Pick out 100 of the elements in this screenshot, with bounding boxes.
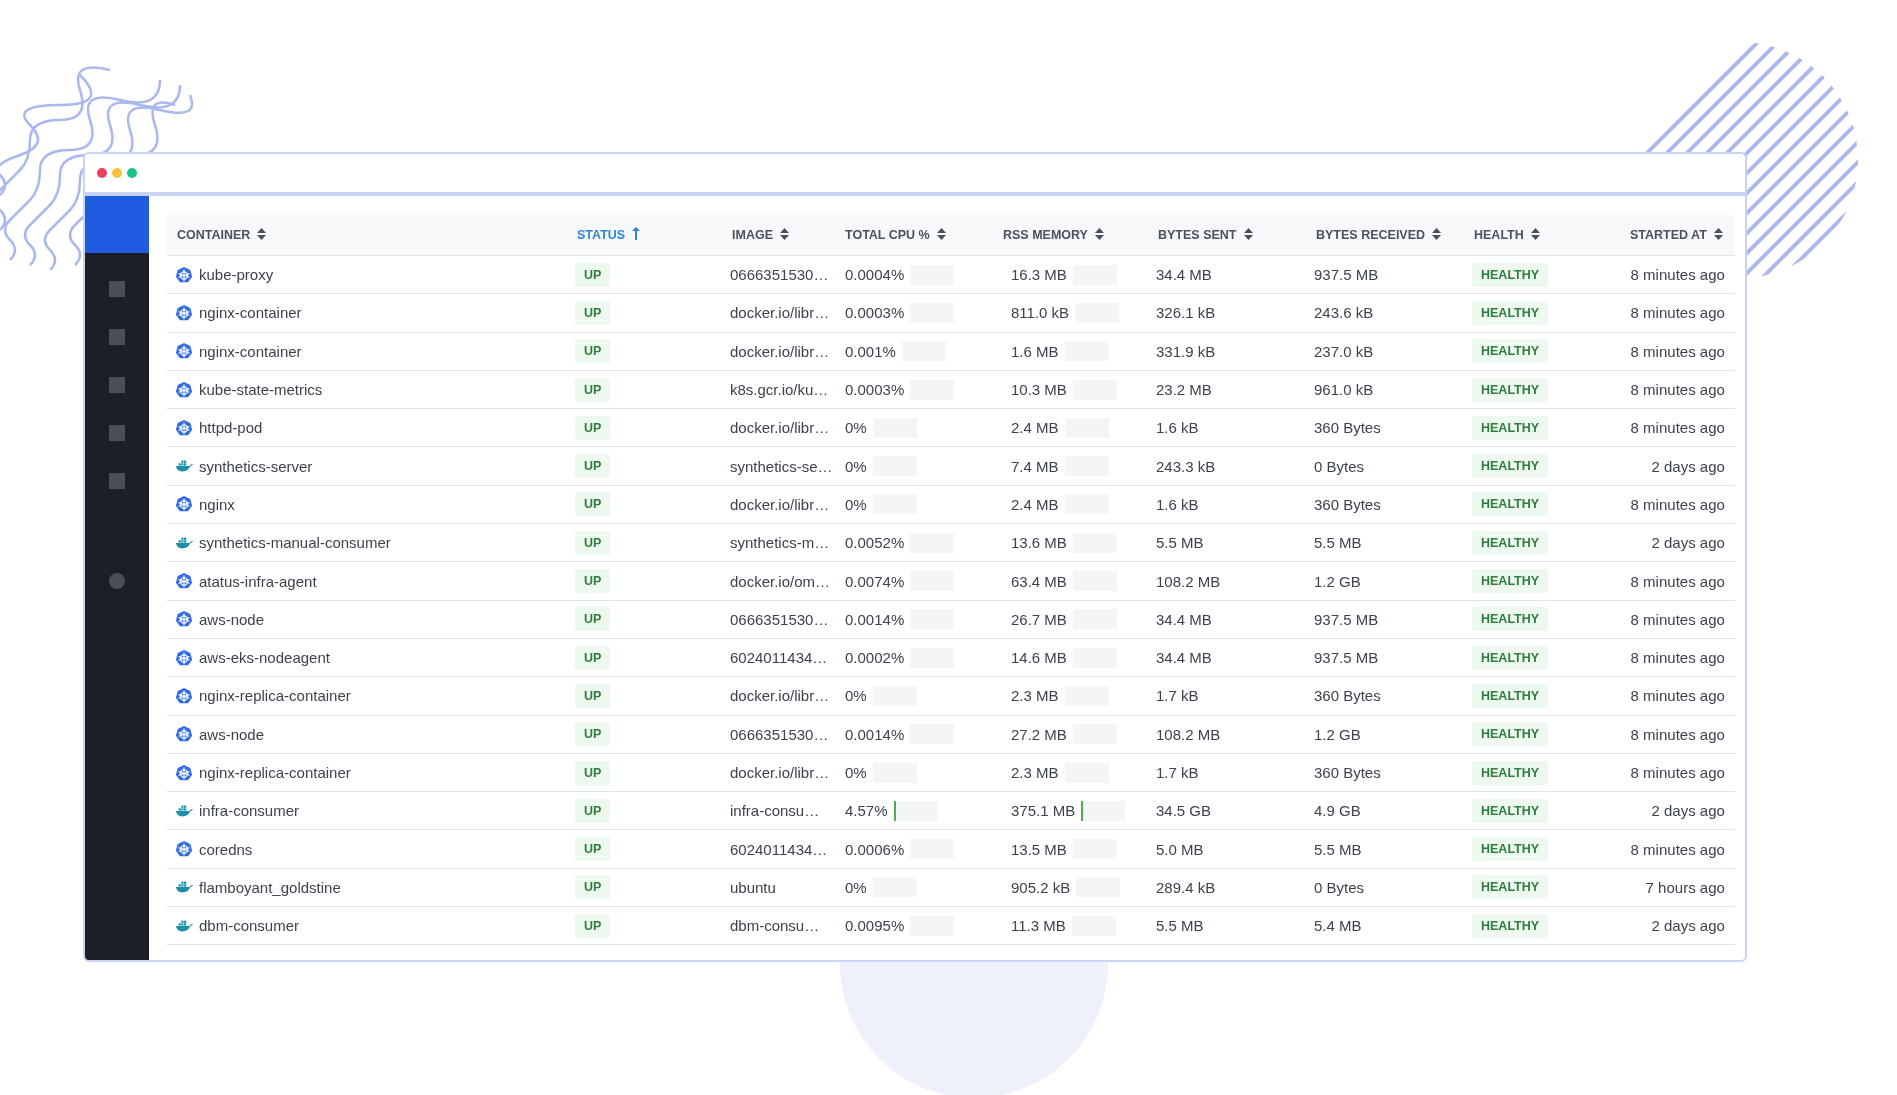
column-header[interactable]: IMAGE (732, 228, 773, 242)
container-name[interactable]: flamboyant_goldstine (199, 878, 341, 896)
memory-usage: 1.6 MB (1011, 342, 1059, 360)
image-name: 0666351530… (730, 725, 829, 743)
status-badge: UP (575, 262, 611, 287)
bytes-received: 243.6 kB (1314, 304, 1374, 322)
memory-usage: 7.4 MB (1011, 457, 1059, 475)
health-badge: HEALTHY (1472, 492, 1549, 517)
image-name: 6024011434… (730, 840, 828, 858)
health-badge: HEALTHY (1472, 722, 1549, 747)
container-name[interactable]: aws-node (199, 610, 265, 628)
container-name[interactable]: dbm-consumer (199, 917, 300, 935)
image-name: docker.io/libr… (730, 304, 830, 322)
container-name[interactable]: nginx-container (199, 342, 302, 360)
health-badge: HEALTHY (1472, 569, 1549, 593)
window-maximize-dot[interactable] (127, 168, 137, 178)
sort-arrows-icon[interactable] (1530, 227, 1540, 243)
sort-arrows-icon[interactable] (936, 227, 946, 243)
started-time: 2 days ago (1651, 457, 1725, 475)
bytes-sent: 34.4 MB (1156, 266, 1212, 284)
column-header[interactable]: CONTAINER (177, 228, 251, 242)
container-name[interactable]: nginx-replica-container (199, 764, 351, 781)
container-name[interactable]: httpd-pod (199, 419, 263, 437)
bytes-sent: 331.9 kB (1156, 342, 1216, 360)
image-name: 0666351530… (730, 610, 829, 628)
container-name[interactable]: synthetics-manual-consumer (199, 534, 391, 552)
container-name[interactable]: nginx (199, 495, 235, 513)
cpu-usage: 0% (845, 419, 867, 437)
memory-usage: 905.2 kB (1011, 878, 1071, 896)
container-name[interactable]: aws-eks-nodeagent (199, 649, 330, 667)
status-badge: UP (575, 760, 611, 785)
window-close-dot[interactable] (97, 168, 107, 178)
health-badge: HEALTHY (1472, 415, 1549, 440)
sort-arrows-icon[interactable] (1432, 227, 1442, 243)
container-name[interactable]: infra-consumer (199, 802, 300, 820)
status-badge: UP (575, 569, 611, 593)
bytes-received: 0 Bytes (1314, 457, 1365, 475)
started-time: 8 minutes ago (1630, 687, 1725, 705)
cpu-usage: 0.001% (845, 342, 896, 360)
memory-usage: 26.7 MB (1011, 610, 1067, 628)
health-badge: HEALTHY (1472, 377, 1549, 402)
sort-arrows-icon[interactable] (257, 227, 267, 243)
container-name[interactable]: aws-node (199, 725, 265, 743)
cpu-usage: 0.0006% (845, 840, 905, 858)
column-header[interactable]: BYTES SENT (1158, 228, 1237, 242)
image-name: docker.io/libr… (730, 764, 830, 781)
bytes-received: 360 Bytes (1314, 495, 1381, 513)
status-badge: UP (575, 415, 611, 440)
container-name[interactable]: kube-proxy (199, 266, 274, 284)
image-name: infra-consu… (730, 802, 820, 820)
image-name: docker.io/libr… (730, 687, 830, 705)
status-badge: UP (575, 530, 611, 555)
bytes-received: 937.5 MB (1314, 266, 1379, 284)
cpu-usage: 0.0052% (845, 534, 905, 552)
column-header[interactable]: STATUS (577, 228, 626, 242)
memory-usage: 13.6 MB (1011, 534, 1067, 552)
container-name[interactable]: synthetics-server (199, 457, 313, 475)
column-header[interactable]: TOTAL CPU % (845, 228, 930, 242)
nav-circle-icon[interactable] (109, 573, 125, 589)
status-badge: UP (575, 683, 611, 708)
window-minimize-dot[interactable] (112, 168, 122, 178)
sort-arrows-icon[interactable] (1094, 227, 1104, 243)
cpu-usage: 0.0074% (845, 572, 905, 590)
column-header[interactable]: HEALTH (1474, 228, 1524, 242)
bytes-received: 937.5 MB (1314, 649, 1379, 667)
memory-usage: 63.4 MB (1011, 572, 1067, 590)
container-name[interactable]: nginx-replica-container (199, 687, 351, 705)
status-badge: UP (575, 607, 611, 632)
health-badge: HEALTHY (1472, 875, 1549, 900)
sort-arrows-icon[interactable] (780, 227, 789, 243)
status-badge: UP (575, 377, 611, 402)
container-name[interactable]: nginx-container (199, 304, 302, 322)
bytes-received: 1.2 GB (1314, 725, 1361, 743)
started-time: 2 days ago (1651, 534, 1725, 552)
sort-arrows-icon[interactable] (1243, 227, 1253, 243)
started-time: 8 minutes ago (1630, 725, 1725, 743)
column-header[interactable]: RSS MEMORY (1003, 228, 1088, 242)
started-time: 8 minutes ago (1630, 495, 1725, 513)
bytes-sent: 34.4 MB (1156, 610, 1212, 628)
container-name[interactable]: kube-state-metrics (199, 381, 323, 399)
bytes-received: 360 Bytes (1314, 687, 1381, 705)
health-badge: HEALTHY (1472, 645, 1549, 670)
sort-arrows-icon[interactable] (1713, 227, 1723, 243)
started-time: 8 minutes ago (1630, 764, 1725, 781)
started-time: 8 minutes ago (1630, 610, 1725, 628)
started-time: 8 minutes ago (1630, 572, 1725, 590)
bytes-received: 5.5 MB (1314, 534, 1362, 552)
container-name[interactable]: coredns (199, 840, 253, 858)
column-header[interactable]: STARTED AT (1630, 228, 1707, 242)
bytes-sent: 34.5 GB (1156, 802, 1212, 820)
bytes-sent: 5.0 MB (1156, 840, 1204, 858)
container-name[interactable]: atatus-infra-agent (199, 572, 317, 590)
sort-up-arrow-icon[interactable] (632, 227, 641, 243)
health-badge: HEALTHY (1472, 607, 1549, 632)
cpu-usage: 4.57% (845, 802, 888, 820)
started-time: 8 minutes ago (1630, 649, 1725, 667)
column-header[interactable]: BYTES RECEIVED (1316, 228, 1426, 242)
health-badge: HEALTHY (1472, 913, 1549, 938)
memory-usage: 11.3 MB (1011, 917, 1066, 935)
bytes-sent: 326.1 kB (1156, 304, 1216, 322)
